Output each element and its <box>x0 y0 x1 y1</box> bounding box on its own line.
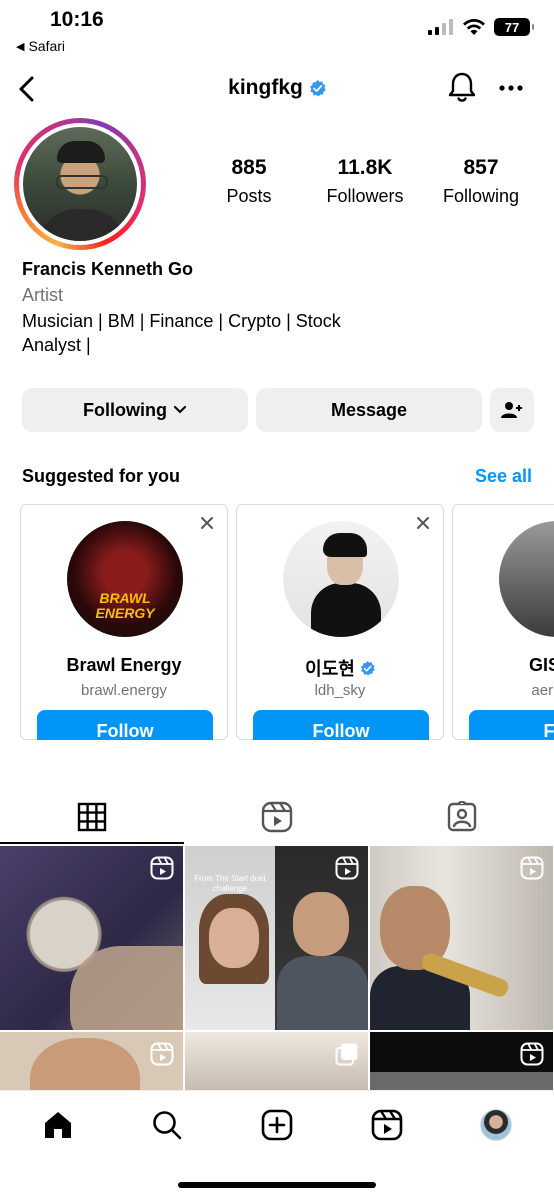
posts-label: Posts <box>226 186 272 206</box>
search-icon <box>153 1111 182 1140</box>
follow-button[interactable]: Fol <box>469 710 554 740</box>
profile-category: Artist <box>22 285 64 305</box>
more-horizontal-icon[interactable] <box>498 78 524 98</box>
post-tile[interactable] <box>370 846 553 1030</box>
suggestion-name: 이도현 <box>237 655 443 681</box>
post-tile[interactable] <box>0 846 183 1030</box>
signal-icon <box>428 19 453 35</box>
post-tile[interactable] <box>185 1032 368 1090</box>
following-button[interactable]: Following <box>22 388 248 432</box>
nav-reels[interactable] <box>367 1105 407 1145</box>
reel-badge-icon <box>150 1042 174 1066</box>
following-count: 857 <box>463 156 499 179</box>
reel-badge-icon <box>335 856 359 880</box>
following-button-label: Following <box>83 399 167 420</box>
system-icons: 77 <box>428 18 534 36</box>
posts-count: 885 <box>231 156 267 179</box>
follow-button[interactable]: Follow <box>37 710 213 740</box>
suggestion-handle: aericha <box>531 682 554 699</box>
wifi-icon <box>463 19 485 35</box>
suggestion-avatar[interactable]: BRAWL ENERGY <box>67 521 183 637</box>
nav-profile[interactable] <box>476 1105 516 1145</box>
back-app-label: Safari <box>28 38 66 54</box>
status-time: 10:16 <box>50 8 104 31</box>
carousel-badge-icon <box>335 1043 358 1066</box>
add-person-icon <box>501 402 522 418</box>
bell-icon[interactable] <box>446 70 478 104</box>
close-icon[interactable] <box>415 515 431 531</box>
profile-actions: Following Message <box>22 388 534 432</box>
profile-bio: Musician | BM | Finance | Crypto | Stock… <box>22 309 402 357</box>
suggestion-avatar[interactable] <box>499 521 554 637</box>
suggestion-name: GISEL <box>528 655 554 675</box>
close-icon[interactable] <box>199 515 215 531</box>
suggest-people-button[interactable] <box>490 388 534 432</box>
stat-followers[interactable]: 11.8K Followers <box>311 156 419 207</box>
nav-home[interactable] <box>38 1105 78 1145</box>
bio-line: Musician | BM | Finance | Crypto | Stock <box>22 311 341 331</box>
suggestion-avatar[interactable] <box>283 521 399 637</box>
message-button-label: Message <box>330 399 408 420</box>
followers-label: Followers <box>326 186 404 206</box>
suggestion-handle: ldh_sky <box>314 682 366 699</box>
suggestion-card[interactable]: 이도현 ldh_sky Follow <box>236 504 444 740</box>
home-indicator <box>178 1182 376 1188</box>
reels-icon <box>371 1109 403 1141</box>
avatar-photo <box>23 127 137 241</box>
suggestion-handle: brawl.energy <box>81 682 167 699</box>
followers-count: 11.8K <box>337 156 393 179</box>
brawl-logo-text: BRAWL ENERGY <box>95 590 155 621</box>
bio-line: Analyst | <box>22 335 91 355</box>
stat-posts[interactable]: 885 Posts <box>195 156 303 207</box>
back-to-app-link[interactable]: ◀ Safari <box>16 38 65 54</box>
suggestion-card[interactable]: GISEL aericha Fol <box>452 504 554 740</box>
profile-content-tabs <box>0 796 554 844</box>
avatar <box>480 1109 512 1141</box>
suggested-cards[interactable]: BRAWL ENERGY Brawl Energy brawl.energy F… <box>20 504 554 740</box>
reel-badge-icon <box>520 856 544 880</box>
follow-button[interactable]: Follow <box>253 710 429 740</box>
post-tile[interactable] <box>370 1032 553 1090</box>
tagged-icon <box>447 801 477 832</box>
verified-badge-icon <box>309 79 326 96</box>
suggestion-card[interactable]: BRAWL ENERGY Brawl Energy brawl.energy F… <box>20 504 228 740</box>
reel-badge-icon <box>520 1042 544 1066</box>
suggested-title: Suggested for you <box>22 466 181 486</box>
verified-badge-icon <box>360 660 375 676</box>
home-icon <box>45 1112 71 1138</box>
message-button[interactable]: Message <box>256 388 482 432</box>
username-text: kingfkg <box>228 76 303 99</box>
tab-posts-grid[interactable] <box>0 796 184 844</box>
following-label: Following <box>442 186 520 206</box>
profile-full-name: Francis Kenneth Go <box>22 259 194 279</box>
reels-icon <box>261 801 293 833</box>
profile-header: kingfkg <box>0 66 554 112</box>
tab-reels[interactable] <box>185 796 369 844</box>
profile-avatar[interactable] <box>14 118 146 250</box>
plus-square-icon <box>261 1109 293 1141</box>
nav-search[interactable] <box>147 1105 187 1145</box>
post-tile[interactable] <box>0 1032 183 1090</box>
post-tile[interactable]: From The Start duet challenge <box>185 846 368 1030</box>
see-all-link[interactable]: See all <box>475 466 532 487</box>
grid-icon <box>77 802 107 832</box>
stat-following[interactable]: 857 Following <box>427 156 535 207</box>
back-triangle-icon: ◀ <box>16 40 25 53</box>
suggestion-name: Brawl Energy <box>66 655 182 675</box>
posts-grid: From The Start duet challenge <box>0 846 554 1090</box>
tab-tagged[interactable] <box>370 796 554 844</box>
profile-stats: 885 Posts 11.8K Followers 857 Following <box>195 156 535 207</box>
reel-badge-icon <box>150 856 174 880</box>
nav-create[interactable] <box>257 1105 297 1145</box>
status-bar: 10:16 ◀ Safari 77 <box>0 0 554 60</box>
battery-indicator: 77 <box>494 18 534 36</box>
post-caption-overlay: From The Start duet challenge <box>194 874 266 893</box>
chevron-down-icon <box>173 406 186 414</box>
